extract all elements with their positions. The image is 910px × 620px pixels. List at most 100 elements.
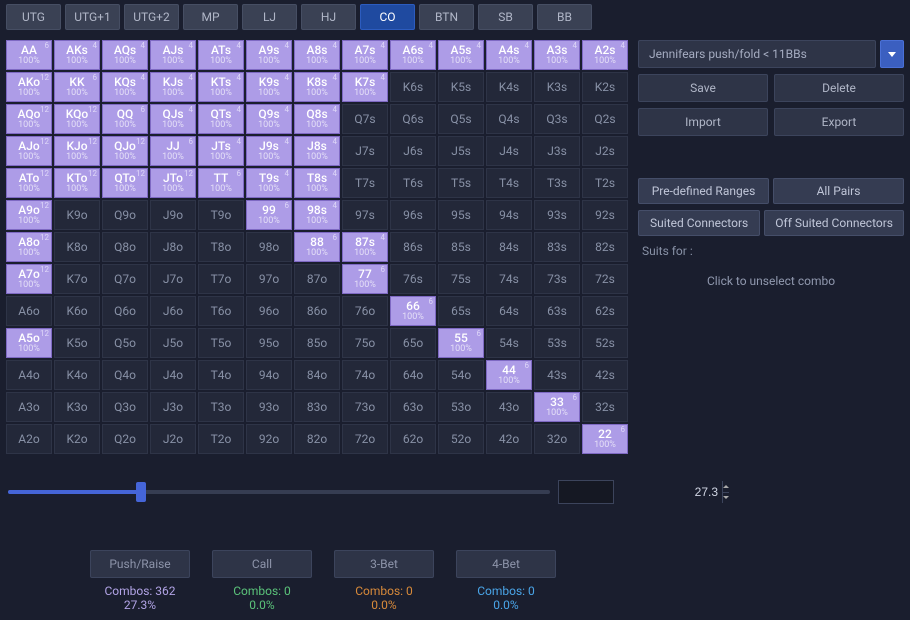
hand-T5s[interactable]: T5s [438, 168, 484, 198]
hand-T2s[interactable]: T2s [582, 168, 628, 198]
hand-85o[interactable]: 85o [294, 328, 340, 358]
hand-Q9s[interactable]: Q9s100%4 [246, 104, 292, 134]
hand-AKo[interactable]: AKo100%12 [6, 72, 52, 102]
hand-Q5o[interactable]: Q5o [102, 328, 148, 358]
hand-97o[interactable]: 97o [246, 264, 292, 294]
hand-52s[interactable]: 52s [582, 328, 628, 358]
action-button[interactable]: 3-Bet [334, 550, 434, 578]
hand-83s[interactable]: 83s [534, 232, 580, 262]
hand-72s[interactable]: 72s [582, 264, 628, 294]
position-hj[interactable]: HJ [301, 4, 356, 30]
range-slider[interactable] [8, 490, 550, 494]
hand-94o[interactable]: 94o [246, 360, 292, 390]
hand-J6o[interactable]: J6o [150, 296, 196, 326]
hand-J2s[interactable]: J2s [582, 136, 628, 166]
hand-53o[interactable]: 53o [438, 392, 484, 422]
hand-A4o[interactable]: A4o [6, 360, 52, 390]
hand-97s[interactable]: 97s [342, 200, 388, 230]
hand-A4s[interactable]: A4s100%4 [486, 40, 532, 70]
hand-AKs[interactable]: AKs100%4 [54, 40, 100, 70]
hand-K6s[interactable]: K6s [390, 72, 436, 102]
hand-K7o[interactable]: K7o [54, 264, 100, 294]
hand-85s[interactable]: 85s [438, 232, 484, 262]
hand-JJ[interactable]: JJ100%6 [150, 136, 196, 166]
hand-QQ[interactable]: QQ100%6 [102, 104, 148, 134]
hand-KTs[interactable]: KTs100%4 [198, 72, 244, 102]
hand-K7s[interactable]: K7s100%4 [342, 72, 388, 102]
hand-76s[interactable]: 76s [390, 264, 436, 294]
hand-AA[interactable]: AA100%6 [6, 40, 52, 70]
position-mp[interactable]: MP [183, 4, 238, 30]
hand-82o[interactable]: 82o [294, 424, 340, 454]
hand-84o[interactable]: 84o [294, 360, 340, 390]
hand-QTo[interactable]: QTo100%12 [102, 168, 148, 198]
hand-64s[interactable]: 64s [486, 296, 532, 326]
hand-63o[interactable]: 63o [390, 392, 436, 422]
hand-A6s[interactable]: A6s100%4 [390, 40, 436, 70]
hand-A5o[interactable]: A5o100%12 [6, 328, 52, 358]
hand-84s[interactable]: 84s [486, 232, 532, 262]
hand-73o[interactable]: 73o [342, 392, 388, 422]
hand-96o[interactable]: 96o [246, 296, 292, 326]
position-co[interactable]: CO [360, 4, 415, 30]
suited-connectors-button[interactable]: Suited Connectors [638, 210, 760, 236]
hand-43s[interactable]: 43s [534, 360, 580, 390]
hand-A3s[interactable]: A3s100%4 [534, 40, 580, 70]
hand-A5s[interactable]: A5s100%4 [438, 40, 484, 70]
hand-J7s[interactable]: J7s [342, 136, 388, 166]
hand-J8o[interactable]: J8o [150, 232, 196, 262]
hand-K9s[interactable]: K9s100%4 [246, 72, 292, 102]
hand-A2o[interactable]: A2o [6, 424, 52, 454]
position-utg[interactable]: UTG [6, 4, 61, 30]
hand-22[interactable]: 22100%6 [582, 424, 628, 454]
hand-75s[interactable]: 75s [438, 264, 484, 294]
hand-55[interactable]: 55100%6 [438, 328, 484, 358]
hand-A2s[interactable]: A2s100%4 [582, 40, 628, 70]
hand-A9s[interactable]: A9s100%4 [246, 40, 292, 70]
hand-J5o[interactable]: J5o [150, 328, 196, 358]
hand-A9o[interactable]: A9o100%12 [6, 200, 52, 230]
hand-75o[interactable]: 75o [342, 328, 388, 358]
hand-65o[interactable]: 65o [390, 328, 436, 358]
hand-73s[interactable]: 73s [534, 264, 580, 294]
export-button[interactable]: Export [774, 108, 904, 136]
hand-Q8o[interactable]: Q8o [102, 232, 148, 262]
percent-input[interactable] [559, 481, 722, 503]
hand-92s[interactable]: 92s [582, 200, 628, 230]
hand-K6o[interactable]: K6o [54, 296, 100, 326]
hand-KJo[interactable]: KJo100%12 [54, 136, 100, 166]
hand-Q6o[interactable]: Q6o [102, 296, 148, 326]
hand-A7o[interactable]: A7o100%12 [6, 264, 52, 294]
hand-J2o[interactable]: J2o [150, 424, 196, 454]
slider-thumb[interactable] [136, 482, 146, 502]
hand-87o[interactable]: 87o [294, 264, 340, 294]
hand-53s[interactable]: 53s [534, 328, 580, 358]
hand-T9o[interactable]: T9o [198, 200, 244, 230]
hand-J4o[interactable]: J4o [150, 360, 196, 390]
hand-Q5s[interactable]: Q5s [438, 104, 484, 134]
hand-K9o[interactable]: K9o [54, 200, 100, 230]
hand-52o[interactable]: 52o [438, 424, 484, 454]
save-button[interactable]: Save [638, 74, 768, 102]
hand-AJo[interactable]: AJo100%12 [6, 136, 52, 166]
hand-J8s[interactable]: J8s100%4 [294, 136, 340, 166]
hand-AQo[interactable]: AQo100%12 [6, 104, 52, 134]
hand-95o[interactable]: 95o [246, 328, 292, 358]
hand-JTs[interactable]: JTs100%4 [198, 136, 244, 166]
percent-spin-up[interactable] [723, 481, 729, 493]
hand-J9s[interactable]: J9s100%4 [246, 136, 292, 166]
hand-54s[interactable]: 54s [486, 328, 532, 358]
hand-KJs[interactable]: KJs100%4 [150, 72, 196, 102]
hand-Q4s[interactable]: Q4s [486, 104, 532, 134]
hand-T6o[interactable]: T6o [198, 296, 244, 326]
hand-T2o[interactable]: T2o [198, 424, 244, 454]
hand-K3s[interactable]: K3s [534, 72, 580, 102]
hand-88[interactable]: 88100%6 [294, 232, 340, 262]
hand-Q3s[interactable]: Q3s [534, 104, 580, 134]
hand-65s[interactable]: 65s [438, 296, 484, 326]
delete-button[interactable]: Delete [774, 74, 904, 102]
hand-44[interactable]: 44100%6 [486, 360, 532, 390]
hand-Q9o[interactable]: Q9o [102, 200, 148, 230]
hand-33[interactable]: 33100%6 [534, 392, 580, 422]
predefined-ranges-button[interactable]: Pre-defined Ranges [638, 178, 769, 204]
